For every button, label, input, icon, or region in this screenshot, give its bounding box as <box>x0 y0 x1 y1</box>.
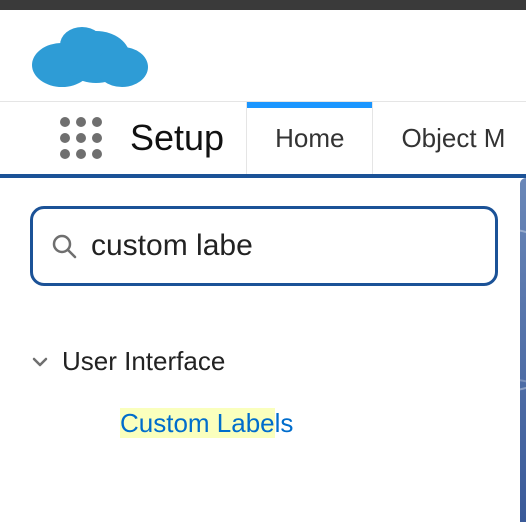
setup-tree: User Interface Custom Labels <box>30 340 498 441</box>
tab-object-manager-label: Object M <box>401 123 505 154</box>
tree-section-user-interface[interactable]: User Interface <box>30 340 498 383</box>
setup-body: User Interface Custom Labels <box>0 178 526 522</box>
search-icon <box>51 233 77 259</box>
window-titlebar <box>0 0 526 10</box>
tab-object-manager[interactable]: Object M <box>372 102 526 174</box>
tab-home[interactable]: Home <box>246 102 372 174</box>
setup-sidebar: User Interface Custom Labels <box>0 178 520 522</box>
salesforce-cloud-logo <box>24 17 154 95</box>
highlight-match: Custom Labe <box>120 408 275 438</box>
nav-tabs: Home Object M <box>246 102 526 174</box>
app-launcher-icon[interactable] <box>60 117 102 159</box>
quick-find-wrapper[interactable] <box>30 206 498 286</box>
tab-home-label: Home <box>275 123 344 154</box>
quick-find-input[interactable] <box>91 229 477 263</box>
nav-title: Setup <box>130 117 224 159</box>
tree-section-label: User Interface <box>62 346 225 377</box>
app-window: Setup Home Object M <box>0 0 526 522</box>
setup-navbar: Setup Home Object M <box>0 102 526 178</box>
tree-item-custom-labels[interactable]: Custom Labels <box>120 405 498 441</box>
content-panel-edge <box>520 178 526 522</box>
nav-left: Setup <box>0 102 246 174</box>
highlight-suffix: ls <box>275 408 294 438</box>
app-header <box>0 10 526 102</box>
chevron-down-icon <box>30 352 50 372</box>
